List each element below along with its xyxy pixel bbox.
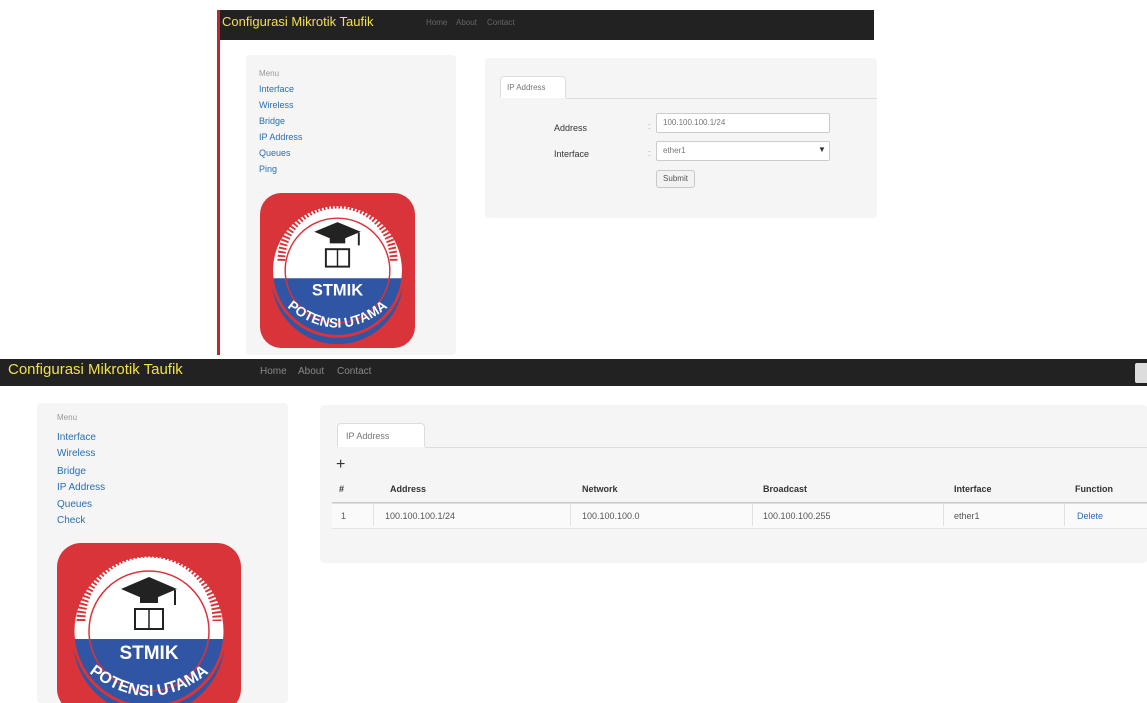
- sidebar-item-wireless[interactable]: Wireless: [57, 448, 95, 459]
- column-header-network: Network: [582, 484, 618, 494]
- nav-home[interactable]: Home: [260, 366, 287, 377]
- address-input[interactable]: 100.100.100.1/24: [656, 113, 830, 133]
- add-icon[interactable]: +: [336, 457, 345, 473]
- stmik-logo: STMIK POTENSI UTAMA: [57, 543, 241, 703]
- sidebar-item-ip-address[interactable]: IP Address: [57, 482, 105, 493]
- stmik-logo-graphic: STMIK POTENSI UTAMA: [260, 193, 415, 348]
- interface-select[interactable]: ether1: [656, 141, 830, 161]
- cell-number: 1: [341, 511, 347, 521]
- cell-network: 100.100.100.0: [582, 511, 640, 521]
- stmik-logo-graphic: STMIK POTENSI UTAMA: [57, 543, 241, 703]
- sidebar-item-check[interactable]: Check: [57, 515, 85, 526]
- column-divider: [1064, 504, 1065, 526]
- column-divider: [373, 504, 374, 526]
- sidebar-item-wireless[interactable]: Wireless: [259, 100, 294, 110]
- brand-title[interactable]: Configurasi Mikrotik Taufik: [8, 361, 183, 378]
- sidebar-heading: Menu: [57, 413, 78, 422]
- column-divider: [570, 504, 571, 526]
- sidebar-item-ping[interactable]: Ping: [259, 164, 277, 174]
- column-header-broadcast: Broadcast: [763, 484, 808, 494]
- sidebar-item-queues[interactable]: Queues: [259, 148, 291, 158]
- sidebar-item-interface[interactable]: Interface: [259, 84, 294, 94]
- submit-button[interactable]: Submit: [656, 170, 695, 188]
- column-header-function: Function: [1075, 484, 1113, 494]
- left-accent-bar: [217, 10, 220, 355]
- column-header-interface: Interface: [954, 484, 992, 494]
- tab-ip-address[interactable]: IP Address: [337, 423, 425, 447]
- cell-address: 100.100.100.1/24: [385, 511, 456, 521]
- chevron-down-icon[interactable]: ▼: [818, 145, 826, 154]
- sidebar-heading: Menu: [259, 69, 280, 78]
- address-colon: :: [648, 121, 651, 131]
- interface-label: Interface: [554, 149, 590, 159]
- brand-title[interactable]: Configurasi Mikrotik Taufik: [222, 14, 373, 29]
- svg-text:STMIK: STMIK: [312, 282, 363, 300]
- nav-home[interactable]: Home: [426, 18, 447, 27]
- tab-ip-address[interactable]: IP Address: [500, 76, 566, 98]
- column-header-number: #: [339, 484, 345, 494]
- sidebar-item-queues[interactable]: Queues: [57, 499, 92, 510]
- sidebar-item-bridge[interactable]: Bridge: [259, 116, 285, 126]
- delete-link[interactable]: Delete: [1077, 511, 1103, 521]
- interface-colon: :: [648, 148, 651, 158]
- sidebar-item-ip-address[interactable]: IP Address: [259, 132, 302, 142]
- cell-broadcast: 100.100.100.255: [763, 511, 831, 521]
- column-divider: [943, 504, 944, 526]
- column-header-address: Address: [390, 484, 427, 494]
- address-label: Address: [554, 123, 588, 133]
- column-divider: [752, 504, 753, 526]
- nav-contact[interactable]: Contact: [487, 18, 515, 27]
- nav-contact[interactable]: Contact: [337, 366, 371, 377]
- stmik-logo: STMIK POTENSI UTAMA: [259, 193, 416, 348]
- tab-divider: [566, 98, 877, 99]
- svg-text:STMIK: STMIK: [119, 643, 178, 664]
- content-panel: [320, 405, 1147, 563]
- window-edge-button[interactable]: [1135, 363, 1147, 383]
- cell-interface: ether1: [954, 511, 980, 521]
- tab-divider: [425, 447, 1147, 448]
- sidebar-item-bridge[interactable]: Bridge: [57, 466, 86, 477]
- sidebar-item-interface[interactable]: Interface: [57, 432, 96, 443]
- nav-about[interactable]: About: [298, 366, 324, 377]
- nav-about[interactable]: About: [456, 18, 477, 27]
